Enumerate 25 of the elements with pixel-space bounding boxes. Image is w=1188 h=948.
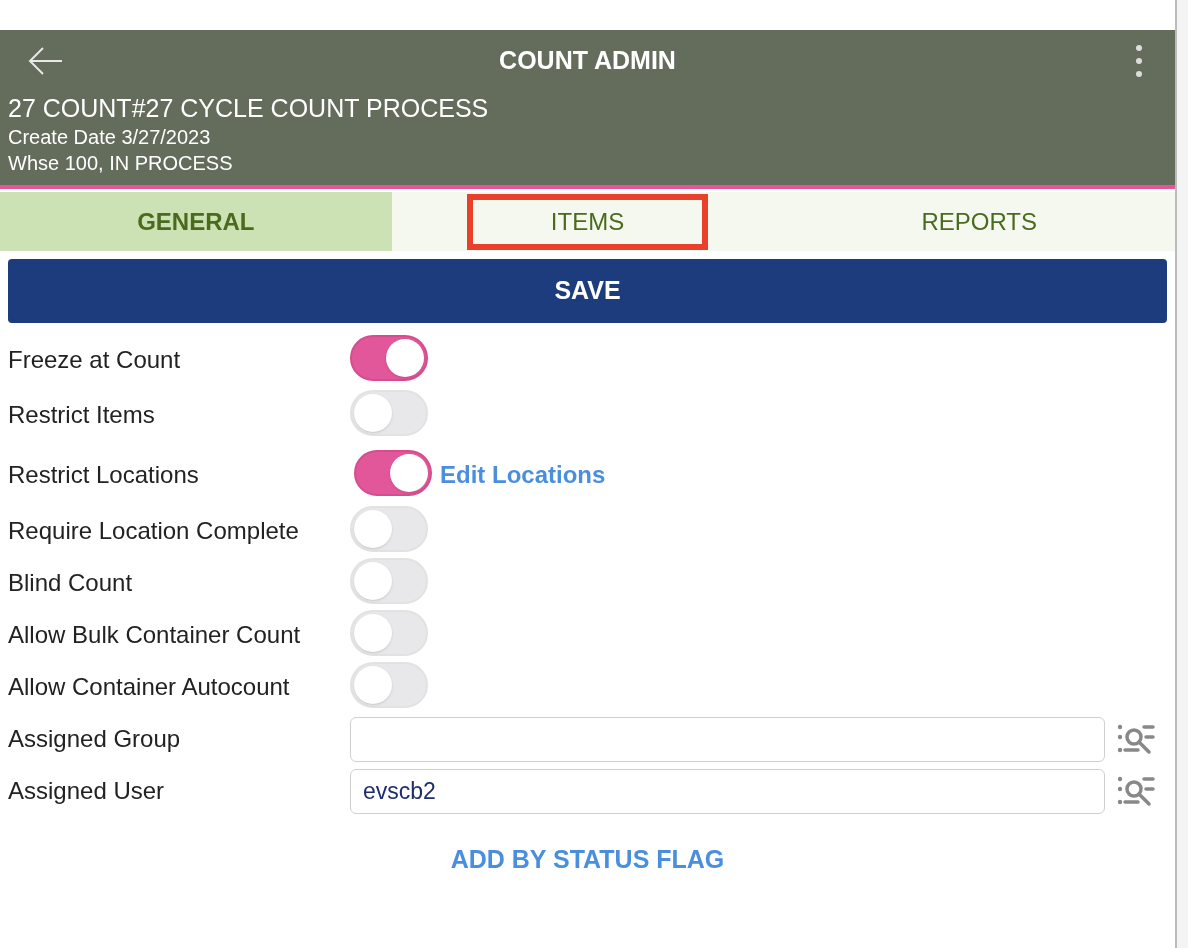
search-list-icon[interactable] <box>1116 774 1156 808</box>
more-menu-icon[interactable] <box>1135 44 1143 78</box>
input-field[interactable]: evscb2 <box>350 768 1105 814</box>
setting-label: Allow Container Autocount <box>8 672 291 702</box>
setting-label: Allow Bulk Container Count <box>8 620 302 650</box>
warehouse-status: Whse 100, IN PROCESS <box>8 151 234 176</box>
save-button[interactable]: SAVE <box>8 259 1167 323</box>
field-label: Assigned User <box>8 776 166 806</box>
app-title: COUNT ADMIN <box>498 45 677 77</box>
edit-locations-link[interactable]: Edit Locations <box>440 457 606 493</box>
create-date: Create Date 3/27/2023 <box>8 125 212 150</box>
back-arrow-icon[interactable] <box>28 46 64 76</box>
count-heading: 27 COUNT#27 CYCLE COUNT PROCESS <box>8 93 490 124</box>
search-list-icon[interactable] <box>1116 722 1156 756</box>
setting-label: Restrict Items <box>8 400 156 430</box>
setting-label: Freeze at Count <box>8 345 182 375</box>
toggle-switch[interactable] <box>354 449 432 496</box>
input-field[interactable] <box>350 716 1105 762</box>
setting-label: Require Location Complete <box>8 516 300 546</box>
setting-label: Restrict Locations <box>8 460 200 490</box>
field-label: Assigned Group <box>8 724 182 754</box>
toggle-switch[interactable] <box>350 334 428 381</box>
setting-label: Blind Count <box>8 568 134 598</box>
add-by-status-flag-link[interactable]: ADD BY STATUS FLAG <box>450 841 725 879</box>
tab[interactable]: GENERAL <box>0 192 392 251</box>
